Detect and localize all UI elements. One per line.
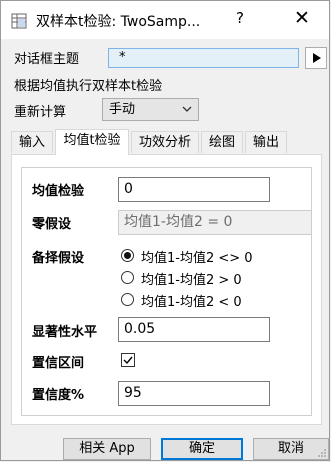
significance-label: 显著性水平 (32, 325, 98, 340)
alt-radio-greater[interactable] (121, 271, 134, 284)
checkmark-icon (123, 356, 133, 365)
alt-option-greater: 均值1-均值2 > 0 (141, 273, 242, 288)
resize-grip-icon[interactable] (317, 448, 327, 458)
play-icon (313, 53, 321, 63)
description-text: 根据均值执行双样本t检验 (14, 79, 163, 94)
tab-mean-ttest[interactable]: 均值t检验 (55, 129, 129, 155)
tab-input[interactable]: 输入 (11, 131, 53, 153)
alt-radio-two-sided[interactable] (121, 249, 134, 262)
window-title: 双样本t检验: TwoSamp... (36, 14, 201, 30)
dialog-theme-label: 对话框主题 (14, 52, 80, 67)
theme-menu-button[interactable] (305, 47, 327, 69)
close-button[interactable]: ✕ (290, 7, 314, 29)
app-icon (11, 13, 27, 29)
title-bar: 双样本t检验: TwoSamp... ? ✕ (1, 1, 329, 39)
mean-test-input[interactable]: 0 (118, 177, 270, 202)
conf-level-label: 置信度% (32, 388, 85, 403)
recalc-value: 手动 (109, 102, 136, 117)
alt-option-two-sided: 均值1-均值2 <> 0 (141, 251, 253, 266)
tab-output[interactable]: 输出 (245, 131, 287, 153)
recalc-select[interactable]: 手动 (102, 98, 199, 121)
dialog-theme-field[interactable]: * (108, 48, 299, 68)
conf-interval-checkbox[interactable] (121, 353, 135, 367)
alt-hypothesis-label: 备择假设 (32, 251, 85, 266)
alt-radio-less[interactable] (121, 293, 134, 306)
dialog-window: 双样本t检验: TwoSamp... ? ✕ 对话框主题 * 根据均值执行双样本… (0, 0, 330, 461)
tab-plot[interactable]: 绘图 (201, 131, 243, 153)
conf-level-input[interactable]: 95 (118, 381, 270, 406)
chevron-down-icon (182, 106, 192, 112)
alt-option-less: 均值1-均值2 < 0 (141, 295, 242, 310)
help-button[interactable]: ? (230, 9, 250, 27)
conf-interval-label: 置信区间 (32, 356, 85, 371)
tab-power-analysis[interactable]: 功效分析 (131, 131, 199, 153)
ok-button[interactable]: 确定 (161, 438, 243, 460)
null-hypothesis-field: 均值1-均值2 = 0 (118, 210, 312, 235)
mean-test-label: 均值检验 (32, 184, 85, 199)
null-hypothesis-label: 零假设 (32, 217, 72, 232)
significance-input[interactable]: 0.05 (118, 317, 270, 342)
recalc-label: 重新计算 (14, 105, 67, 120)
related-app-button[interactable]: 相关 App (63, 438, 151, 460)
